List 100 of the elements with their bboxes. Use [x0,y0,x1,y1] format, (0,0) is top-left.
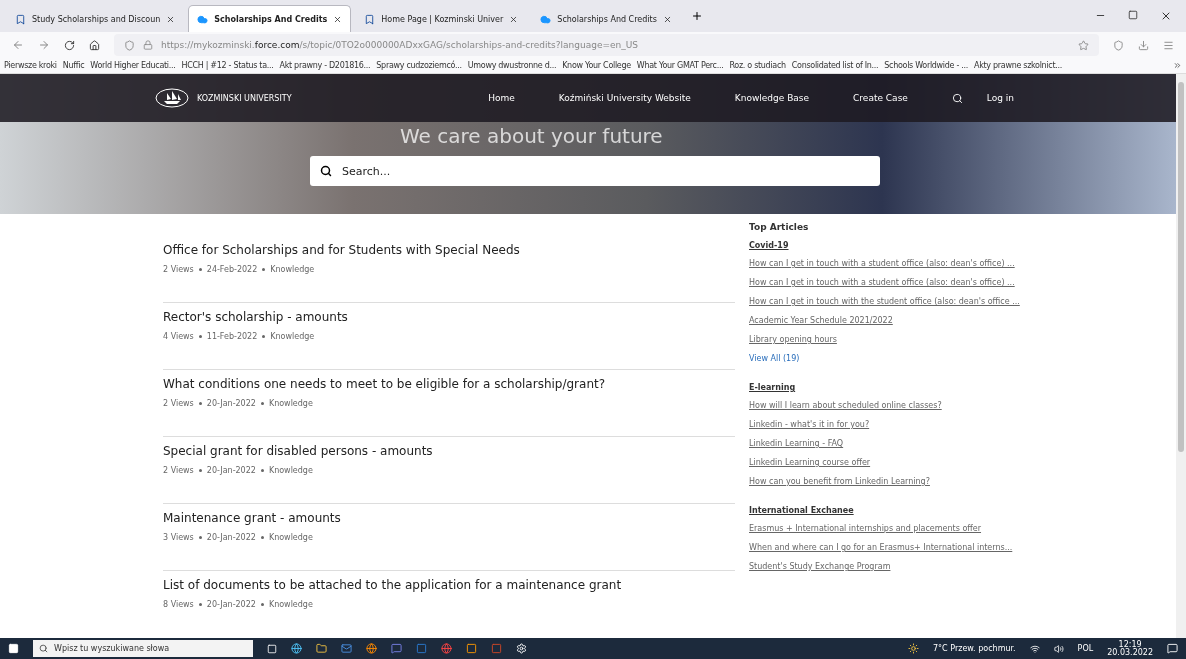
bookmark[interactable]: Akty prawne szkolnict... [974,61,1062,70]
scrollbar[interactable] [1176,74,1186,638]
article-title[interactable]: Office for Scholarships and for Students with Special Needs [163,243,735,257]
article-title[interactable]: What conditions one needs to meet to be eligible for a scholarship/grant? [163,377,735,391]
taskbar-search-field[interactable]: Wpisz tu wyszukiwane słowa [33,640,253,657]
task-view-icon[interactable] [267,643,277,654]
globe-icon[interactable] [366,643,377,654]
new-tab-icon[interactable] [690,10,703,22]
bookmark-icon [364,13,376,25]
topic-link[interactable]: Covid-19 [749,241,1020,250]
article-link[interactable]: Library opening hours [749,335,1020,344]
restore-icon[interactable] [1128,10,1138,20]
notification-icon[interactable] [1167,643,1178,654]
nav-link[interactable]: Create Case [853,93,908,103]
close-icon[interactable] [166,14,176,24]
article-link[interactable]: How will I learn about scheduled online classes? [749,401,1020,410]
article-title[interactable]: Special grant for disabled persons - amounts [163,444,735,458]
login-link[interactable]: Log in [986,93,1014,103]
wifi-icon[interactable] [1029,643,1040,654]
article-link[interactable]: Erasmus + International internships and placements offer [749,524,1020,533]
browser-tab[interactable]: Home Page | Kozminski Univer [355,5,528,32]
more-bookmarks-icon[interactable] [1173,61,1182,70]
bookmark[interactable]: Umowy dwustronne d... [467,61,557,70]
browser-tab[interactable]: Scholarships And Credits [531,5,681,32]
article-link[interactable]: Linkedin - what's it in for you? [749,420,1020,429]
topic-link[interactable]: E-learning [749,383,1020,392]
settings-icon[interactable] [516,643,527,654]
search-icon[interactable] [951,92,963,104]
bookmark[interactable]: Roz. o studiach [729,61,786,70]
cloud-icon [197,13,209,25]
mail-icon[interactable] [341,643,352,654]
topic-link[interactable]: International Exchanee [749,506,1020,515]
globe-icon[interactable] [291,643,302,654]
app-icon[interactable] [416,643,427,654]
menu-icon[interactable] [1163,39,1174,51]
bookmark[interactable]: Know Your College [562,61,631,70]
bookmark[interactable]: What Your GMAT Perc... [636,61,724,70]
separator-dot [198,603,202,606]
article-views: 4 Views [163,332,194,341]
article-views: 2 Views [163,466,194,475]
close-icon[interactable] [509,14,519,24]
search-field[interactable]: Search... [310,156,880,186]
bookmark[interactable]: World Higher Educati... [90,61,176,70]
address-bar[interactable]: https://mykozminski.force.com/s/topic/0TO2o000000ADxxGAG/scholarships-and-credits?language=en_US [114,34,1099,56]
article-type: Knowledge [270,265,315,274]
article-link[interactable]: Linkedin Learning - FAQ [749,439,1020,448]
article-link[interactable]: Linkedin Learning course offer [749,458,1020,467]
separator-dot [260,402,264,405]
chat-icon[interactable] [391,643,402,654]
globe-icon[interactable] [441,643,452,654]
article-link[interactable]: How can I get in touch with a student office (also: dean's office) ... [749,278,1020,287]
shield-icon [124,39,135,51]
nav-link[interactable]: Home [488,93,515,103]
close-icon[interactable] [333,14,343,24]
article-type: Knowledge [268,466,313,475]
article-link[interactable]: Student's Study Exchange Program [749,562,1020,571]
bookmark[interactable]: Consolidated list of In... [791,61,879,70]
browser-tab[interactable]: Study Scholarships and Discoun [6,5,185,32]
volume-icon[interactable] [1053,643,1064,654]
separator-dot [198,335,202,338]
close-icon[interactable] [1160,10,1172,22]
reload-icon[interactable] [64,39,75,51]
logo-text: KOZMINSKI UNIVERSITY [197,93,292,103]
article-link[interactable]: Academic Year Schedule 2021/2022 [749,316,1020,325]
article-link[interactable]: How can I get in touch with the student office (also: dean's office ... [749,297,1020,306]
home-icon[interactable] [89,39,100,51]
bookmark[interactable]: HCCH | #12 - Status ta... [181,61,274,70]
separator-dot [262,268,266,271]
close-icon[interactable] [662,14,672,24]
bookmark[interactable]: Akt prawny - D201816... [279,61,371,70]
article-views: 8 Views [163,600,194,609]
folder-icon[interactable] [316,643,327,654]
language-indicator[interactable]: POL [1077,644,1094,653]
app-icon[interactable] [466,643,477,654]
article-title[interactable]: List of documents to be attached to the application for a maintenance grant [163,578,735,592]
article-link[interactable]: How can you benefit from Linkedin Learning? [749,477,1020,486]
article-views: 3 Views [163,533,194,542]
article-type: Knowledge [268,600,313,609]
download-icon[interactable] [1138,39,1149,51]
nav-link[interactable]: Knowledge Base [734,93,810,103]
separator-dot [262,335,266,338]
nav-link[interactable]: Koźmiński University Website [558,93,691,103]
bookmark[interactable]: Pierwsze kroki [4,61,57,70]
article-link[interactable]: How can I get in touch with a student office (also: dean's office) ... [749,259,1020,268]
clock[interactable]: 12:19 20.03.2022 [1107,640,1153,657]
view-all-link[interactable]: View All (19) [749,354,1020,363]
article-title[interactable]: Maintenance grant - amounts [163,511,735,525]
separator-dot [260,469,264,472]
ship-logo-icon [155,88,189,108]
article-title[interactable]: Rector's scholarship - amounts [163,310,735,324]
article-link[interactable]: When and where can I go for an Erasmus+ International interns... [749,543,1020,552]
bookmark[interactable]: Schools Worldwide - ... [884,61,968,70]
bookmark[interactable]: Nuffic [62,61,85,70]
star-icon[interactable] [1078,39,1089,51]
article-type: Knowledge [268,533,313,542]
weather-icon [908,643,919,654]
lock-icon [143,40,153,50]
bookmark[interactable]: Sprawy cudzoziemcó... [376,61,462,70]
browser-tab[interactable]: Scholarships And Credits [188,5,352,32]
app-icon[interactable] [491,643,502,654]
